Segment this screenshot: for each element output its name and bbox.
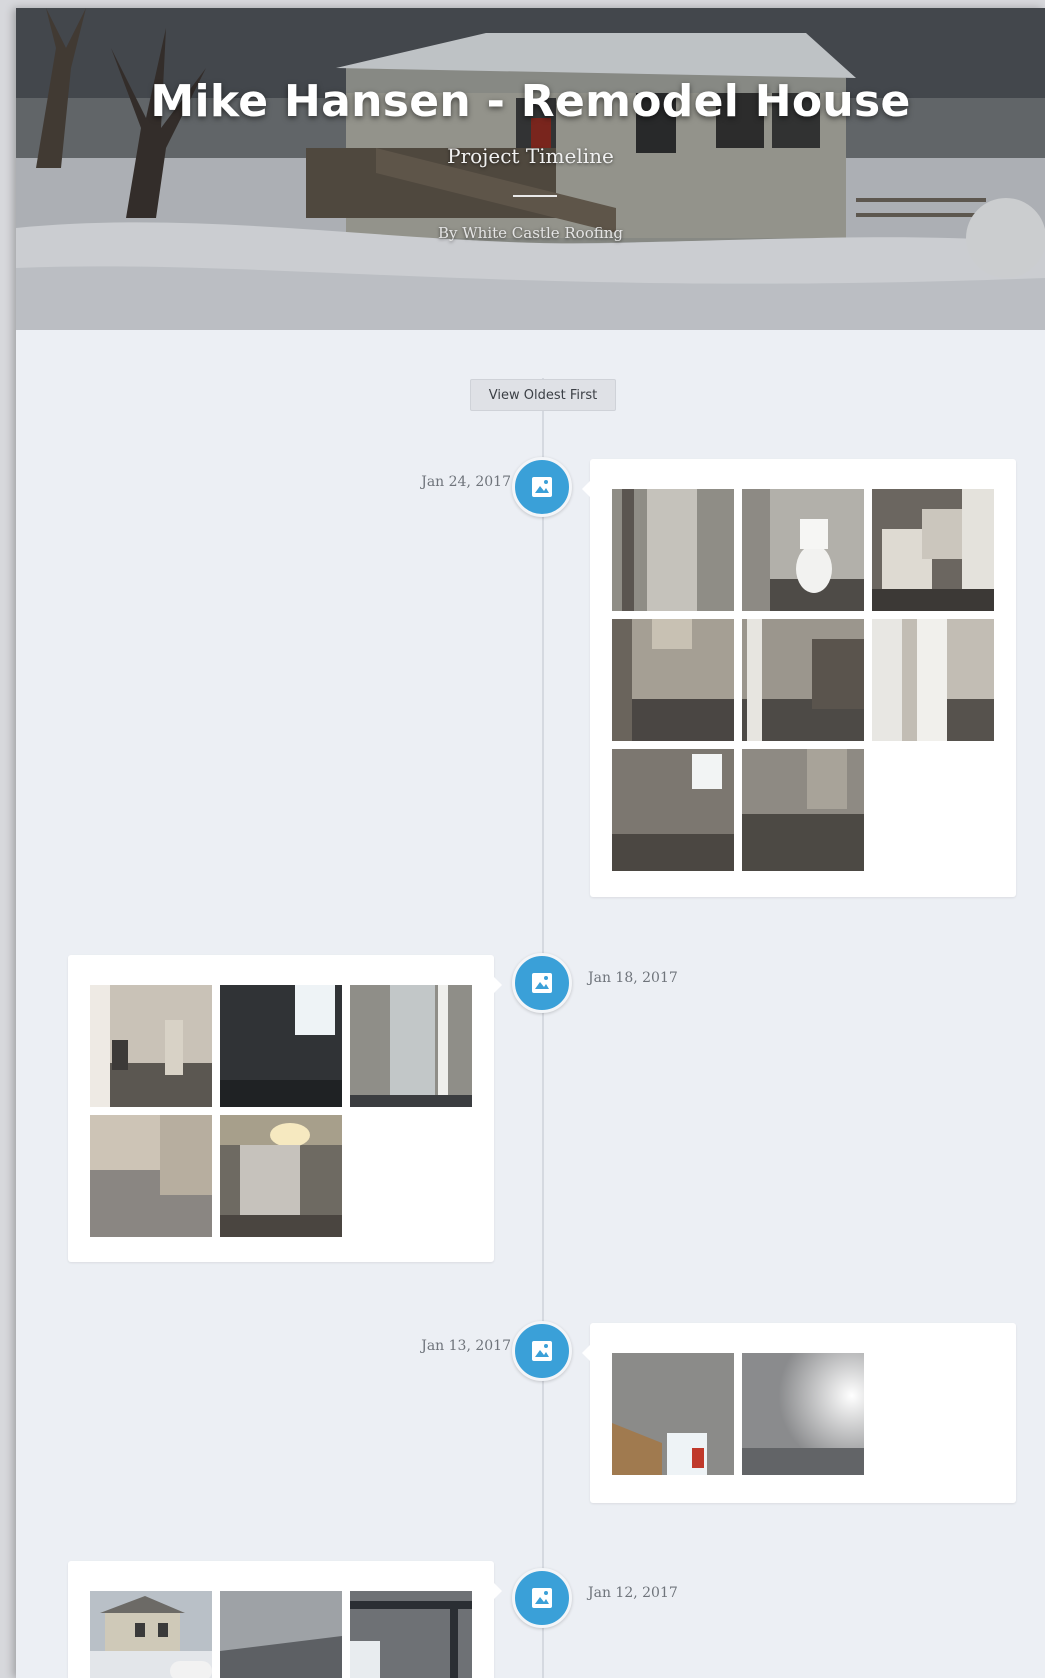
photo-card <box>582 1323 1016 1503</box>
entry-date: Jan 13, 2017 <box>421 1338 511 1354</box>
photo-thumbnail[interactable] <box>872 619 994 741</box>
photo-thumbnail[interactable] <box>220 1115 342 1237</box>
page-title: Mike Hansen - Remodel House <box>150 76 911 127</box>
photo-thumbnail[interactable] <box>350 1591 472 1678</box>
photo-thumbnail[interactable] <box>220 985 342 1107</box>
entry-date: Jan 12, 2017 <box>588 1585 678 1601</box>
photo-card <box>68 955 502 1262</box>
photo-thumbnail[interactable] <box>872 489 994 611</box>
house-snow-background-image <box>16 8 1045 330</box>
timeline-node <box>512 1321 572 1381</box>
image-icon <box>532 973 552 993</box>
photo-thumbnail[interactable] <box>220 1591 342 1678</box>
image-icon <box>532 477 552 497</box>
page-subtitle: Project Timeline <box>447 144 614 168</box>
photo-thumbnail[interactable] <box>742 619 864 741</box>
sort-order-button[interactable]: View Oldest First <box>470 379 616 411</box>
hero-banner: Mike Hansen - Remodel House Project Time… <box>16 8 1045 330</box>
entry-date: Jan 18, 2017 <box>588 970 678 986</box>
photo-thumbnail[interactable] <box>612 489 734 611</box>
photo-thumbnail[interactable] <box>612 749 734 871</box>
photo-thumbnail[interactable] <box>350 985 472 1107</box>
photo-thumbnail[interactable] <box>90 1115 212 1237</box>
photo-thumbnail[interactable] <box>742 1353 864 1475</box>
timeline-node <box>512 457 572 517</box>
byline: By White Castle Roofing <box>437 224 624 242</box>
timeline-node <box>512 953 572 1013</box>
title-divider <box>513 195 557 197</box>
photo-thumbnail[interactable] <box>90 1591 212 1678</box>
timeline-node <box>512 1568 572 1628</box>
image-icon <box>532 1341 552 1361</box>
photo-thumbnail[interactable] <box>612 619 734 741</box>
entry-date: Jan 24, 2017 <box>421 474 511 490</box>
photo-thumbnail[interactable] <box>742 489 864 611</box>
timeline-page: Mike Hansen - Remodel House Project Time… <box>16 8 1045 1678</box>
photo-thumbnail[interactable] <box>612 1353 734 1475</box>
image-icon <box>532 1588 552 1608</box>
timeline-axis <box>542 378 544 1678</box>
photo-card <box>582 459 1016 897</box>
photo-card <box>68 1561 502 1678</box>
photo-thumbnail[interactable] <box>90 985 212 1107</box>
photo-thumbnail[interactable] <box>742 749 864 871</box>
